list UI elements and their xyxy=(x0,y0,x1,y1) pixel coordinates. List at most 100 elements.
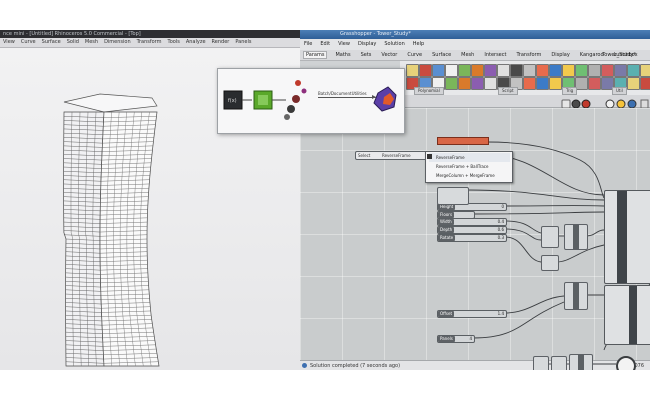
rhino-menu-transform[interactable]: Transform xyxy=(137,39,162,45)
rhino-menu-analyze[interactable]: Analyze xyxy=(186,39,206,45)
tab-sets[interactable]: Sets xyxy=(359,52,374,58)
panel-cluster-component[interactable] xyxy=(604,285,650,345)
gh-menu-help[interactable]: Help xyxy=(413,41,424,47)
ribbon-group-polynomial[interactable]: Polynomial xyxy=(414,87,444,95)
dropdown-item[interactable]: MergeColumn + MergeFrame xyxy=(436,171,495,180)
preview-sphere-icon[interactable] xyxy=(616,356,636,370)
gh-menu-display[interactable]: Display xyxy=(358,41,376,47)
wireframe-preview-icon[interactable] xyxy=(605,99,615,109)
tab-mesh[interactable]: Mesh xyxy=(459,52,476,58)
component-icon[interactable] xyxy=(640,64,650,77)
parameter-panel[interactable] xyxy=(437,187,469,205)
dropdown-item[interactable]: ReverseFrame + BallTrace xyxy=(436,162,488,171)
component-icon[interactable] xyxy=(575,64,588,77)
component-icon[interactable] xyxy=(458,64,471,77)
component-icon[interactable] xyxy=(523,64,536,77)
component-tabs: Params Maths Sets Vector Curve Surface Mesh Int… xyxy=(300,50,650,61)
svg-text:f(x): f(x) xyxy=(228,98,237,104)
status-text: Solution completed (7 seconds ago) xyxy=(310,363,401,369)
rhino-menu-mesh[interactable]: Mesh xyxy=(85,39,98,45)
tower-cluster-component[interactable] xyxy=(604,190,650,284)
screen-frame: nce mini - [Untitled] Rhinoceros 5.0 Com… xyxy=(0,30,650,370)
value-list-label: Select xyxy=(358,153,371,158)
selected-only-icon[interactable] xyxy=(627,99,637,109)
ribbon-group-labels: Polynomial Script Trig Util xyxy=(400,86,650,95)
component-icon[interactable] xyxy=(588,64,601,77)
rhino-menu-surface[interactable]: Surface xyxy=(42,39,61,45)
gh-menu-view[interactable]: View xyxy=(338,41,350,47)
preview-selected-icon[interactable] xyxy=(581,99,591,109)
component-icon[interactable] xyxy=(614,64,627,77)
component-icon[interactable] xyxy=(549,64,562,77)
param-dot-icon xyxy=(295,80,301,86)
tab-transform[interactable]: Transform xyxy=(514,52,543,58)
slider-value: 0.6 xyxy=(497,227,504,232)
gh-menu-edit[interactable]: Edit xyxy=(320,41,330,47)
component-icon[interactable] xyxy=(432,64,445,77)
rhino-menu-curve[interactable]: Curve xyxy=(21,39,36,45)
tooltip-caption: Batch/DocumentUtilities xyxy=(318,91,367,96)
rhino-menu-render[interactable]: Render xyxy=(212,39,230,45)
number-slider[interactable]: Rotate 0.3 xyxy=(437,234,507,242)
number-slider[interactable]: Offset 1.4 xyxy=(437,310,507,318)
slider-value: 0.3 xyxy=(497,235,504,240)
rhino-menu-panels[interactable]: Panels xyxy=(235,39,251,45)
tower-roof xyxy=(63,93,158,113)
value-list[interactable]: Select ReverseFrame xyxy=(355,151,435,160)
component[interactable] xyxy=(541,255,559,271)
tab-display[interactable]: Display xyxy=(549,52,571,58)
tab-params[interactable]: Params xyxy=(303,51,328,59)
component-icon[interactable] xyxy=(406,64,419,77)
component-icon[interactable] xyxy=(497,64,510,77)
component-icon[interactable] xyxy=(471,64,484,77)
slider-tag: Offset xyxy=(438,311,455,317)
preview-off-icon[interactable] xyxy=(571,99,581,109)
component-icon[interactable] xyxy=(484,64,497,77)
shaded-preview-icon[interactable] xyxy=(616,99,626,109)
rhino-menu-dimension[interactable]: Dimension xyxy=(104,39,131,45)
slider-value: 0 xyxy=(501,204,504,209)
rhino-title-bar: nce mini - [Untitled] Rhinoceros 5.0 Com… xyxy=(0,30,303,38)
component-icon[interactable] xyxy=(445,64,458,77)
dropdown-item[interactable]: ReverseFrame xyxy=(429,153,510,162)
grasshopper-title-bar: Grasshopper - Tower_Study* xyxy=(300,30,650,39)
component-icon[interactable] xyxy=(419,64,432,77)
tab-vector[interactable]: Vector xyxy=(379,52,399,58)
slider-value: 4 xyxy=(469,336,472,341)
component-icon[interactable] xyxy=(601,64,614,77)
ribbon-group-trig[interactable]: Trig xyxy=(562,87,578,95)
component-icon[interactable] xyxy=(536,64,549,77)
ribbon-group-script[interactable]: Script xyxy=(498,87,518,95)
slider-value: 0.4 xyxy=(497,219,504,224)
value-list-dropdown: ReverseFrame ReverseFrame + BallTrace Me… xyxy=(425,151,513,183)
gh-menu-file[interactable]: File xyxy=(304,41,312,47)
component-icon[interactable] xyxy=(562,64,575,77)
slider-tag: Rotate xyxy=(438,235,456,241)
number-slider[interactable]: Depth 0.6 xyxy=(437,226,507,234)
rhino-menu-view[interactable]: View xyxy=(3,39,15,45)
tab-intersect[interactable]: Intersect xyxy=(482,52,508,58)
document-icon[interactable] xyxy=(640,99,649,109)
number-slider[interactable]: Width 0.4 xyxy=(437,218,507,226)
group-header[interactable] xyxy=(437,137,489,145)
tab-surface[interactable]: Surface xyxy=(430,52,453,58)
tooltip-arrow xyxy=(318,97,376,98)
component[interactable] xyxy=(564,224,588,250)
tab-curve[interactable]: Curve xyxy=(405,52,424,58)
component[interactable] xyxy=(551,356,567,370)
gh-menu-solution[interactable]: Solution xyxy=(384,41,404,47)
component[interactable] xyxy=(564,282,588,310)
component[interactable] xyxy=(569,354,593,370)
ribbon-group-util[interactable]: Util xyxy=(612,87,627,95)
tab-maths[interactable]: Maths xyxy=(333,52,352,58)
component-icon[interactable] xyxy=(510,64,523,77)
component-icon[interactable] xyxy=(627,64,640,77)
slider-value: 1.4 xyxy=(497,311,504,316)
sketch-icon[interactable] xyxy=(561,99,571,109)
component[interactable] xyxy=(533,356,549,370)
component[interactable] xyxy=(541,226,559,248)
status-bar: Solution completed (7 seconds ago) 0.9.0… xyxy=(300,360,650,370)
rhino-menu-solid[interactable]: Solid xyxy=(67,39,79,45)
number-slider[interactable]: Panels 4 xyxy=(437,335,475,343)
rhino-menu-tools[interactable]: Tools xyxy=(168,39,180,45)
